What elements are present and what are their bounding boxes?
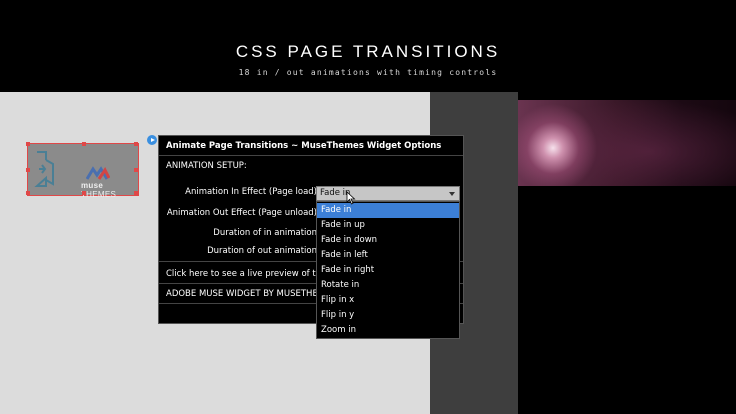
section-heading: ANIMATION SETUP: bbox=[166, 161, 247, 171]
dropdown-option[interactable]: Fade in bbox=[317, 203, 459, 218]
dialog-footer: ADOBE MUSE WIDGET BY MUSETHEMES. bbox=[166, 289, 339, 299]
musethemes-wordmark: muse THEMES bbox=[81, 181, 117, 199]
resize-handle[interactable] bbox=[26, 168, 30, 172]
dropdown-option[interactable]: Fade in up bbox=[317, 218, 459, 233]
mouse-cursor-icon bbox=[346, 191, 356, 205]
effect-dropdown-list[interactable]: Fade in Fade in up Fade in down Fade in … bbox=[316, 201, 460, 339]
dialog-title: Animate Page Transitions ~ MuseThemes Wi… bbox=[166, 141, 442, 151]
dropdown-option[interactable]: Flip in y bbox=[317, 308, 459, 323]
dropdown-option[interactable]: Rotate in bbox=[317, 278, 459, 293]
duration-in-label: Duration of in animation bbox=[213, 228, 317, 238]
dropdown-option[interactable]: Fade in down bbox=[317, 233, 459, 248]
resize-handle[interactable] bbox=[26, 142, 30, 146]
page-subtitle: 18 in / out animations with timing contr… bbox=[238, 68, 498, 77]
resize-handle[interactable] bbox=[82, 142, 86, 146]
in-effect-select[interactable]: Fade in bbox=[316, 186, 460, 201]
resize-handle[interactable] bbox=[134, 191, 138, 195]
bokeh-image bbox=[518, 100, 736, 186]
resize-handle[interactable] bbox=[134, 142, 138, 146]
duration-out-label: Duration of out animation bbox=[207, 246, 317, 256]
transition-glyph-icon bbox=[34, 151, 54, 187]
divider bbox=[159, 155, 463, 156]
resize-handle[interactable] bbox=[134, 168, 138, 172]
chevron-down-icon[interactable] bbox=[449, 192, 455, 196]
dropdown-option[interactable]: Zoom in bbox=[317, 323, 459, 338]
widget-thumbnail[interactable]: muse THEMES bbox=[26, 142, 139, 199]
resize-handle[interactable] bbox=[26, 191, 30, 195]
page-title: CSS PAGE TRANSITIONS bbox=[235, 42, 501, 61]
dropdown-option[interactable]: Flip in x bbox=[317, 293, 459, 308]
dropdown-option[interactable]: Fade in left bbox=[317, 248, 459, 263]
title-bar: CSS PAGE TRANSITIONS 18 in / out animati… bbox=[0, 0, 736, 92]
resize-handle[interactable] bbox=[82, 191, 86, 195]
out-effect-label: Animation Out Effect (Page unload) bbox=[166, 208, 317, 218]
dropdown-option[interactable]: Fade in right bbox=[317, 263, 459, 278]
musethemes-logo-icon bbox=[86, 166, 110, 180]
options-toggle-icon[interactable] bbox=[147, 135, 157, 145]
preview-link[interactable]: Click here to see a live preview of this… bbox=[166, 269, 338, 279]
in-effect-label: Animation In Effect (Page load) bbox=[185, 187, 317, 197]
